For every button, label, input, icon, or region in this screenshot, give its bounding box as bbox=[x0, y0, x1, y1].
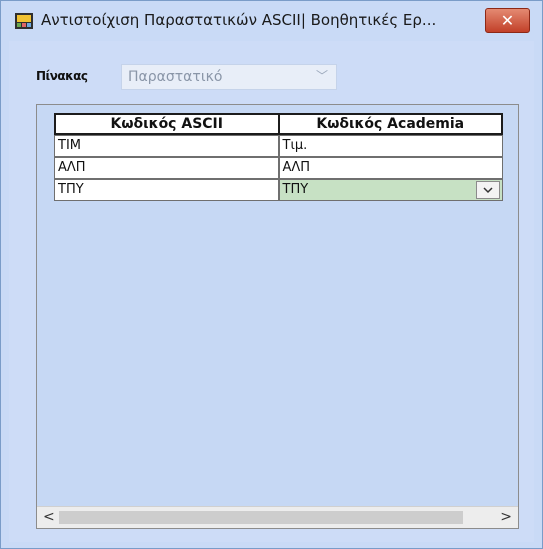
mapping-grid-panel: Κωδικός ASCII Κωδικός Academia ΤΙΜ Τιμ. … bbox=[36, 104, 519, 529]
column-header-ascii[interactable]: Κωδικός ASCII bbox=[56, 115, 280, 133]
academia-code-combobox[interactable]: ΤΠΥ bbox=[278, 179, 503, 201]
close-icon: ✕ bbox=[500, 11, 515, 30]
grid-header: Κωδικός ASCII Κωδικός Academia bbox=[54, 113, 503, 135]
table-filter-value: Παραστατικό bbox=[128, 69, 223, 85]
table-row: ΤΙΜ Τιμ. bbox=[54, 135, 503, 157]
title-bar[interactable]: Αντιστοίχιση Παραστατικών ASCII| Βοηθητι… bbox=[1, 1, 542, 41]
scrollbar-thumb[interactable] bbox=[59, 511, 463, 524]
dropdown-button[interactable] bbox=[476, 181, 500, 199]
scroll-right-button[interactable]: > bbox=[500, 509, 512, 525]
academia-code-cell[interactable]: ΑΛΠ bbox=[278, 157, 503, 179]
ascii-code-cell[interactable]: ΤΙΜ bbox=[54, 135, 279, 157]
table-row: ΑΛΠ ΑΛΠ bbox=[54, 157, 503, 179]
close-button[interactable]: ✕ bbox=[485, 8, 530, 33]
academia-code-cell[interactable]: Τιμ. bbox=[278, 135, 503, 157]
academia-code-value: ΤΠΥ bbox=[282, 182, 309, 197]
horizontal-scrollbar[interactable]: < > bbox=[37, 506, 518, 528]
chevron-down-icon: ﹀ bbox=[315, 69, 328, 83]
table-filter-label: Πίνακας bbox=[36, 69, 88, 83]
chevron-down-icon bbox=[483, 187, 493, 194]
column-header-academia[interactable]: Κωδικός Academia bbox=[280, 115, 502, 133]
ascii-code-cell[interactable]: ΤΠΥ bbox=[54, 179, 279, 201]
app-icon bbox=[15, 13, 33, 29]
mapping-grid: Κωδικός ASCII Κωδικός Academia ΤΙΜ Τιμ. … bbox=[54, 113, 503, 201]
window-title: Αντιστοίχιση Παραστατικών ASCII| Βοηθητι… bbox=[41, 11, 437, 29]
table-filter-select[interactable]: Παραστατικό ﹀ bbox=[121, 64, 337, 90]
scroll-left-button[interactable]: < bbox=[43, 509, 55, 525]
table-row: ΤΠΥ ΤΠΥ bbox=[54, 179, 503, 201]
dialog-window: Αντιστοίχιση Παραστατικών ASCII| Βοηθητι… bbox=[0, 0, 543, 549]
ascii-code-cell[interactable]: ΑΛΠ bbox=[54, 157, 279, 179]
